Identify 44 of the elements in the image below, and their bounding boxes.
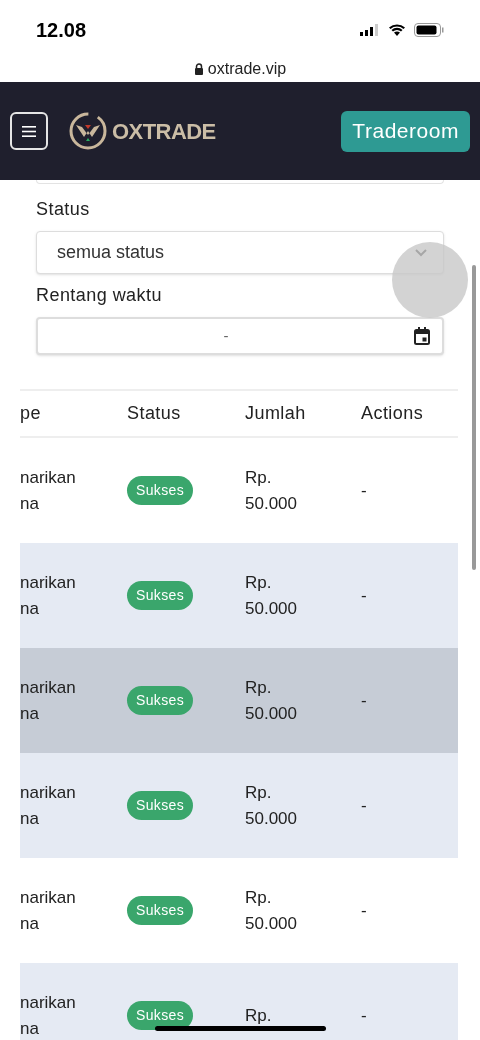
signal-icon [360, 23, 380, 36]
table-cell-text: narikan na [20, 781, 77, 830]
date-range-field[interactable]: - [36, 317, 444, 355]
table-cell-text: narikan na [20, 886, 77, 935]
status-badge: Sukses [127, 1001, 193, 1030]
table-cell-text: narikan na [20, 676, 77, 725]
table-cell-text: Rp. 50.000 [245, 571, 298, 620]
status-badge: Sukses [127, 686, 193, 715]
table-cell-text: Rp. 50.000 [245, 781, 298, 830]
status-select[interactable]: semua status [36, 231, 444, 274]
lock-icon [193, 62, 204, 75]
logo-text: OXTRADE [112, 117, 216, 146]
table-cell-text: narikan na [20, 991, 77, 1040]
column-header: pe [20, 402, 42, 425]
column-header: Jumlah [245, 402, 307, 425]
table-cell-text: Rp. 50.000 [245, 676, 298, 725]
table-cell-text: narikan na [20, 466, 77, 515]
table-cell-text: Rp. 50.000 [245, 466, 298, 515]
url-text: oxtrade.vip [207, 58, 287, 79]
table-cell-text: - [361, 479, 368, 502]
table-cell-text: - [361, 689, 368, 712]
menu-button[interactable] [10, 112, 48, 150]
status-badge: Sukses [127, 791, 193, 820]
table-cell-text: Rp. [245, 1004, 273, 1027]
status-badge: Sukses [127, 896, 193, 925]
table-cell-text: Rp. 50.000 [245, 886, 298, 935]
status-badge: Sukses [127, 581, 193, 610]
status-badge: Sukses [127, 476, 193, 505]
clock: 12.08 [36, 17, 87, 43]
calendar-icon [414, 327, 430, 345]
bull-logo-icon [68, 111, 108, 151]
table-cell-text: - [361, 1004, 368, 1027]
traderoom-button[interactable]: Traderoom [341, 110, 470, 152]
table-cell-text: - [361, 584, 368, 607]
table-cell-text: narikan na [20, 571, 77, 620]
table-cell-text: - [361, 794, 368, 817]
menu-icon [22, 125, 36, 137]
column-header: Status [127, 402, 182, 425]
field-label: Rentang waktu [36, 284, 163, 307]
wifi-icon [388, 23, 406, 36]
column-header: Actions [361, 402, 425, 425]
field-label: Status [36, 198, 91, 221]
table-cell-text: - [361, 899, 368, 922]
battery-icon [414, 22, 444, 37]
